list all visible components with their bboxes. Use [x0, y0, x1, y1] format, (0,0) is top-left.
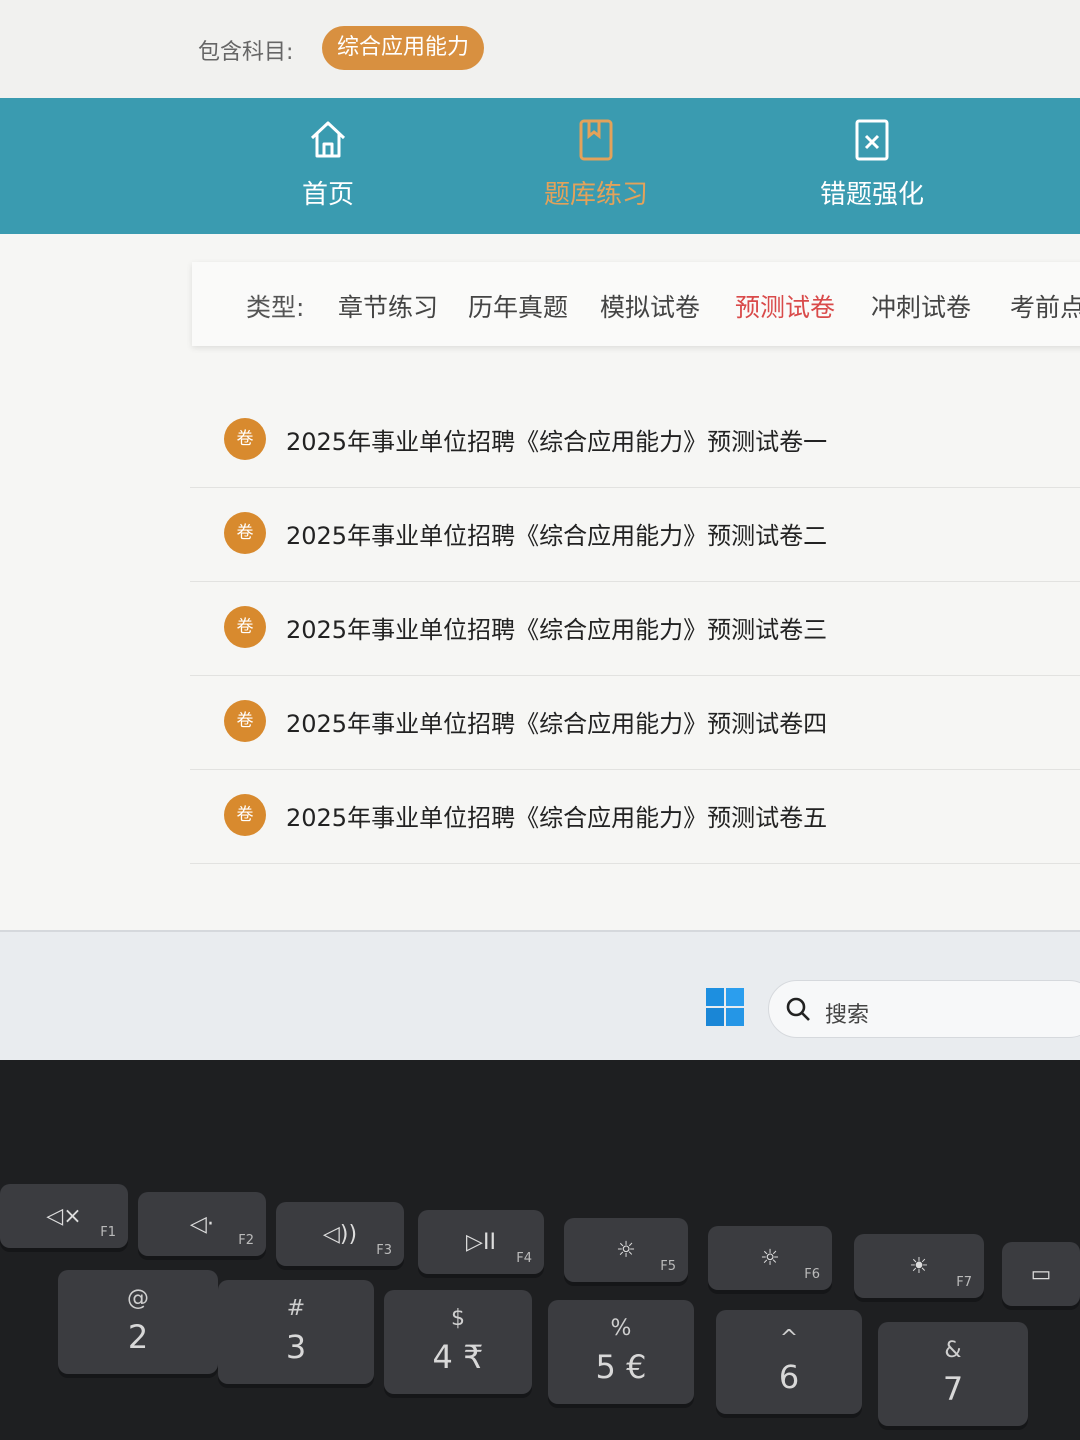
browser-screen: 包含科目: 综合应用能力 首页 题库练习 错题强化 类型: 章节练习 历年真题 … [0, 0, 1080, 1060]
windows-start-icon[interactable] [706, 988, 744, 1026]
list-item[interactable]: 卷 2025年事业单位招聘《综合应用能力》预测试卷五 [190, 770, 1080, 864]
key-7[interactable]: & 7 [878, 1322, 1028, 1426]
fn-label: F3 [376, 1243, 392, 1258]
tab-sprint-exams[interactable]: 冲刺试卷 [871, 288, 971, 324]
key-f7[interactable]: ☀ F7 [854, 1234, 984, 1298]
subject-label: 包含科目: [198, 40, 294, 65]
key-shift-symbol: % [610, 1316, 632, 1341]
paper-badge: 卷 [224, 512, 266, 554]
subject-pill[interactable]: 综合应用能力 [322, 26, 484, 70]
key-main-symbol: 3 [285, 1328, 307, 1366]
search-icon [786, 997, 810, 1021]
key-4[interactable]: $ 4 ₹ [384, 1290, 532, 1394]
key-main-symbol: 6 [778, 1358, 800, 1396]
laptop-keyboard: ◁× F1 ◁· F2 ◁)) F3 ▷II F4 ☼ F5 ☼ F6 ☀ F7… [0, 1060, 1080, 1440]
list-item[interactable]: 卷 2025年事业单位招聘《综合应用能力》预测试卷三 [190, 582, 1080, 676]
home-icon [310, 121, 346, 158]
key-shift-symbol: & [944, 1338, 962, 1363]
display-icon: ▭ [1030, 1262, 1052, 1287]
nav-item-question-bank[interactable]: 题库练习 [496, 98, 696, 234]
key-shift-symbol: $ [451, 1306, 465, 1331]
paper-title[interactable]: 2025年事业单位招聘《综合应用能力》预测试卷五 [286, 798, 827, 833]
key-f1[interactable]: ◁× F1 [0, 1184, 128, 1248]
fn-label: F7 [956, 1275, 972, 1290]
key-f3[interactable]: ◁)) F3 [276, 1202, 404, 1266]
key-main-symbol: 2 [127, 1318, 149, 1356]
key-f8[interactable]: ▭ [1002, 1242, 1080, 1306]
nav-label-home: 首页 [301, 180, 354, 210]
subject-bar: 包含科目: 综合应用能力 [0, 0, 1080, 98]
key-3[interactable]: # 3 [218, 1280, 374, 1384]
key-f2[interactable]: ◁· F2 [138, 1192, 266, 1256]
list-item[interactable]: 卷 2025年事业单位招聘《综合应用能力》预测试卷一 [190, 394, 1080, 488]
list-item[interactable]: 卷 2025年事业单位招聘《综合应用能力》预测试卷二 [190, 488, 1080, 582]
key-f5[interactable]: ☼ F5 [564, 1218, 688, 1282]
tab-past-exams[interactable]: 历年真题 [468, 288, 568, 324]
paper-badge: 卷 [224, 794, 266, 836]
key-main-symbol: 5 € [595, 1348, 647, 1386]
main-nav: 首页 题库练习 错题强化 [0, 98, 1080, 234]
paper-badge: 卷 [224, 700, 266, 742]
fn-label: F4 [516, 1251, 532, 1266]
key-main-symbol: 7 [942, 1370, 964, 1408]
taskbar-search-box[interactable]: 搜索 [768, 980, 1080, 1038]
paper-badge: 卷 [224, 418, 266, 460]
fn-label: F5 [660, 1259, 676, 1274]
type-filter-bar: 类型: 章节练习 历年真题 模拟试卷 预测试卷 冲刺试卷 考前点 [192, 262, 1080, 346]
fn-label: F1 [100, 1225, 116, 1240]
paper-title[interactable]: 2025年事业单位招聘《综合应用能力》预测试卷一 [286, 422, 827, 457]
key-f6[interactable]: ☼ F6 [708, 1226, 832, 1290]
paper-title[interactable]: 2025年事业单位招聘《综合应用能力》预测试卷三 [286, 610, 827, 645]
paper-title[interactable]: 2025年事业单位招聘《综合应用能力》预测试卷四 [286, 704, 827, 739]
list-item[interactable]: 卷 2025年事业单位招聘《综合应用能力》预测试卷四 [190, 676, 1080, 770]
key-main-symbol: 4 ₹ [432, 1338, 484, 1376]
paper-badge: 卷 [224, 606, 266, 648]
notebook-icon [579, 119, 613, 161]
key-6[interactable]: ^ 6 [716, 1310, 862, 1414]
wrong-book-icon [855, 119, 889, 161]
search-placeholder: 搜索 [825, 1003, 870, 1028]
fn-label: F6 [804, 1267, 820, 1282]
key-5[interactable]: % 5 € [548, 1300, 694, 1404]
taskbar: 搜索 [0, 930, 1080, 1060]
paper-title[interactable]: 2025年事业单位招聘《综合应用能力》预测试卷二 [286, 516, 827, 551]
key-shift-symbol: @ [127, 1286, 149, 1311]
key-shift-symbol: # [286, 1296, 306, 1321]
fn-label: F2 [238, 1233, 254, 1248]
tab-mock-exams[interactable]: 模拟试卷 [600, 288, 700, 324]
type-label: 类型: [246, 293, 305, 322]
tab-prediction-exams[interactable]: 预测试卷 [735, 288, 835, 324]
nav-item-wrong-questions[interactable]: 错题强化 [772, 98, 972, 234]
tab-pre-exam-points[interactable]: 考前点 [1010, 288, 1080, 324]
tab-chapter-practice[interactable]: 章节练习 [338, 288, 438, 324]
key-2[interactable]: @ 2 [58, 1270, 218, 1374]
content-area: 类型: 章节练习 历年真题 模拟试卷 预测试卷 冲刺试卷 考前点 卷 2025年… [0, 234, 1080, 930]
key-f4[interactable]: ▷II F4 [418, 1210, 544, 1274]
nav-item-home[interactable]: 首页 [228, 98, 428, 234]
nav-label-wrong-questions: 错题强化 [819, 180, 924, 210]
key-shift-symbol: ^ [779, 1326, 799, 1351]
nav-label-question-bank: 题库练习 [543, 180, 648, 210]
